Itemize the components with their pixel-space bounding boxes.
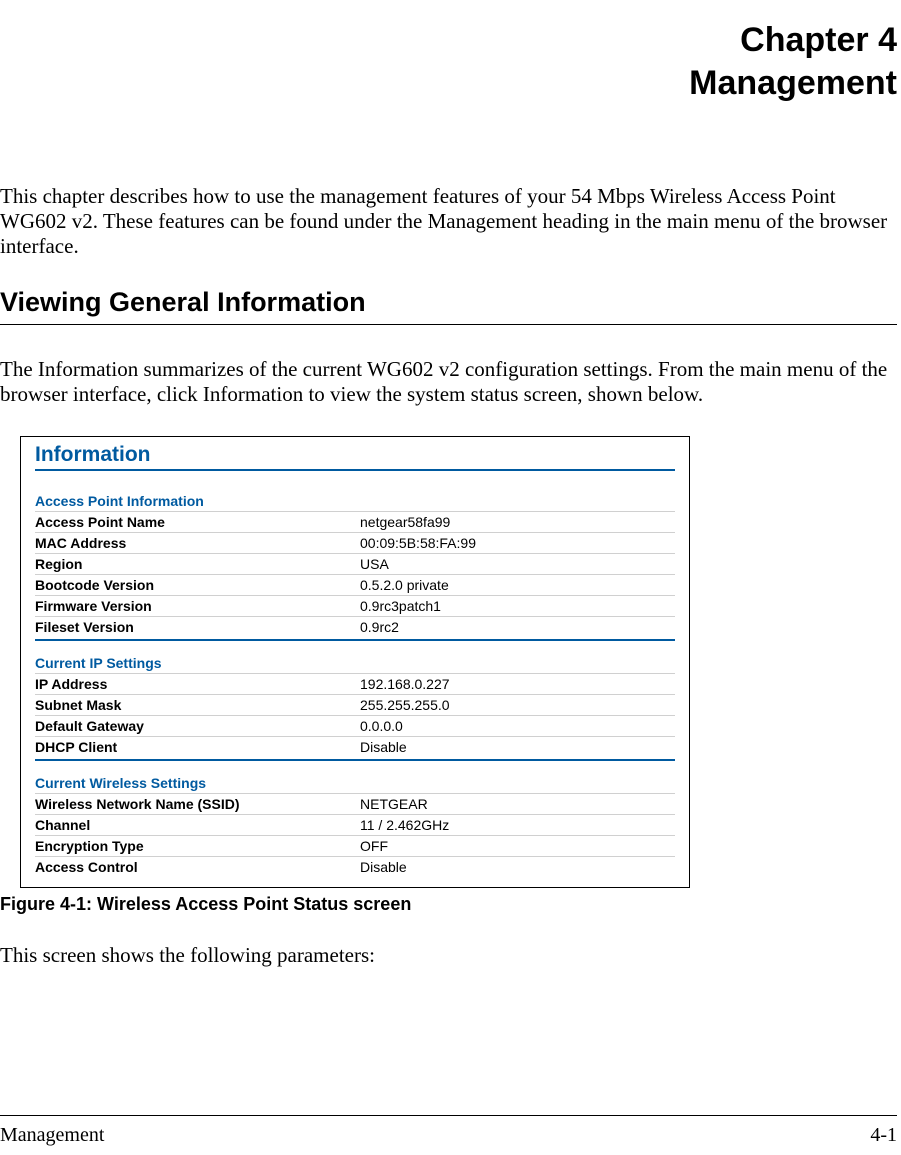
value: Disable [360,736,675,757]
key: Wireless Network Name (SSID) [35,793,360,814]
table-row: Fileset Version0.9rc2 [35,616,675,637]
section-heading: Viewing General Information [0,287,897,325]
footer-left: Management [0,1124,104,1147]
panel-title-rule [35,469,675,471]
group-header-wireless: Current Wireless Settings [21,775,689,793]
divider-icon [35,639,675,641]
value: 255.255.255.0 [360,694,675,715]
ip-settings-table: IP Address192.168.0.227 Subnet Mask255.2… [35,673,675,757]
table-row: MAC Address00:09:5B:58:FA:99 [35,532,675,553]
value: 192.168.0.227 [360,673,675,694]
value: 00:09:5B:58:FA:99 [360,532,675,553]
value: NETGEAR [360,793,675,814]
table-row: Access ControlDisable [35,856,675,877]
key: IP Address [35,673,360,694]
table-row: Encryption TypeOFF [35,835,675,856]
panel-title: Information [21,443,689,467]
key: Bootcode Version [35,574,360,595]
key: Default Gateway [35,715,360,736]
value: 0.9rc2 [360,616,675,637]
key: DHCP Client [35,736,360,757]
value: 0.0.0.0 [360,715,675,736]
table-row: DHCP ClientDisable [35,736,675,757]
divider-icon [35,759,675,761]
key: Subnet Mask [35,694,360,715]
table-row: Wireless Network Name (SSID)NETGEAR [35,793,675,814]
value: 0.9rc3patch1 [360,595,675,616]
closing-paragraph: This screen shows the following paramete… [0,943,897,968]
group-header-ip: Current IP Settings [21,655,689,673]
chapter-title: Management [0,63,897,104]
table-row: Bootcode Version0.5.2.0 private [35,574,675,595]
key: MAC Address [35,532,360,553]
chapter-number: Chapter 4 [0,20,897,61]
figure-caption: Figure 4-1: Wireless Access Point Status… [0,894,901,915]
table-row: Access Point Namenetgear58fa99 [35,511,675,532]
table-row: IP Address192.168.0.227 [35,673,675,694]
table-row: Subnet Mask255.255.255.0 [35,694,675,715]
wireless-settings-table: Wireless Network Name (SSID)NETGEAR Chan… [35,793,675,877]
value: 11 / 2.462GHz [360,814,675,835]
value: netgear58fa99 [360,511,675,532]
section-paragraph: The Information summarizes of the curren… [0,357,897,407]
key: Region [35,553,360,574]
value: 0.5.2.0 private [360,574,675,595]
information-panel: Information Access Point Information Acc… [20,436,690,888]
page-footer: Management 4-1 [0,1115,897,1147]
key: Access Point Name [35,511,360,532]
key: Channel [35,814,360,835]
key: Fileset Version [35,616,360,637]
table-row: Channel11 / 2.462GHz [35,814,675,835]
key: Access Control [35,856,360,877]
table-row: RegionUSA [35,553,675,574]
group-header-ap: Access Point Information [21,493,689,511]
table-row: Firmware Version0.9rc3patch1 [35,595,675,616]
intro-paragraph: This chapter describes how to use the ma… [0,184,897,260]
footer-right: 4-1 [870,1124,897,1147]
key: Firmware Version [35,595,360,616]
key: Encryption Type [35,835,360,856]
value: Disable [360,856,675,877]
table-row: Default Gateway0.0.0.0 [35,715,675,736]
value: OFF [360,835,675,856]
chapter-header: Chapter 4 Management [0,20,901,104]
ap-info-table: Access Point Namenetgear58fa99 MAC Addre… [35,511,675,637]
value: USA [360,553,675,574]
